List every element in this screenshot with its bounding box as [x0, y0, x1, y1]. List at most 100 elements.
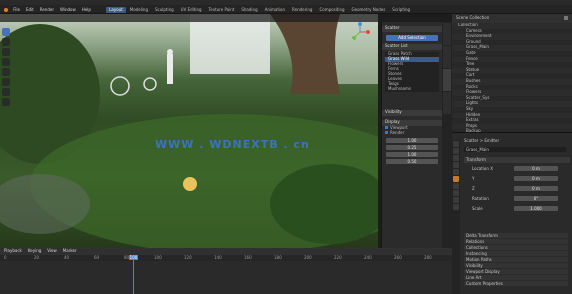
ruler-tick-label: 200 — [304, 255, 312, 260]
viewport-toolbar — [2, 28, 11, 178]
workspace-tab[interactable]: Texture Paint — [206, 7, 238, 13]
workspace-tab[interactable]: Geometry Nodes — [349, 7, 389, 13]
ruler-tick-label: 100 — [154, 255, 162, 260]
properties-breadcrumb: Scatter > Emitter — [464, 138, 500, 143]
material-tab-icon[interactable] — [453, 204, 459, 210]
ruler-tick-label: 260 — [394, 255, 402, 260]
ruler-tick-label: 0 — [4, 255, 7, 260]
npanel-tab-scatter[interactable] — [443, 92, 451, 114]
timeline-menu-item[interactable]: Playback — [4, 249, 22, 253]
workspace-tab[interactable]: Sculpting — [152, 7, 177, 13]
annotate-tool-icon[interactable] — [2, 88, 10, 96]
workspace-tab[interactable]: Compositing — [316, 7, 347, 13]
transform-field-value[interactable]: 0 m — [514, 186, 558, 191]
select-tool-icon[interactable] — [2, 28, 10, 36]
timeline-menu-item[interactable]: View — [47, 249, 57, 253]
properties-section-header[interactable]: Viewport Display — [464, 269, 568, 274]
workspace-tab[interactable]: Layout — [106, 7, 126, 13]
world-tab-icon[interactable] — [453, 169, 459, 175]
ruler-tick-label: 140 — [214, 255, 222, 260]
3d-viewport[interactable] — [0, 14, 378, 248]
properties-section-header[interactable]: Line Art — [464, 275, 568, 280]
workspace-tab[interactable]: Animation — [262, 7, 288, 13]
ruler-tick-label: 60 — [94, 255, 100, 260]
transform-section-header[interactable]: Transform — [464, 157, 570, 163]
add-selection-button[interactable]: Add Selection — [386, 35, 438, 41]
timeline-menu-item[interactable]: Keying — [28, 249, 41, 253]
playhead-line[interactable] — [133, 255, 134, 294]
top-menubar: File Edit Render Window Help Layout Modeling S… — [0, 5, 572, 14]
visibility-header[interactable]: Visibility — [382, 110, 442, 116]
properties-section-header[interactable]: Motion Paths — [464, 257, 568, 262]
menu-item[interactable]: Help — [82, 8, 91, 12]
scene-tab-icon[interactable] — [453, 162, 459, 168]
transform-field-label: Z — [472, 186, 475, 191]
current-frame-indicator[interactable]: 100 — [129, 255, 138, 260]
cursor-tool-icon[interactable] — [2, 38, 10, 46]
workspace-tab[interactable]: Rendering — [289, 7, 315, 13]
menu-item[interactable]: Render — [40, 8, 54, 12]
filter-icon[interactable] — [564, 16, 568, 20]
viewport-header — [0, 14, 378, 22]
object-tab-icon[interactable] — [453, 176, 459, 182]
ruler-tick-label: 240 — [364, 255, 372, 260]
properties-section-header[interactable]: Custom Properties — [464, 281, 568, 286]
scatter-list-item[interactable]: Mushrooms — [385, 87, 439, 92]
ruler-tick-label: 160 — [244, 255, 252, 260]
scale-tool-icon[interactable] — [2, 68, 10, 76]
npanel-tab-tool[interactable] — [443, 46, 451, 68]
display-value-field[interactable]: 0.25 — [386, 145, 438, 150]
object-name-field[interactable]: Grass_Main — [464, 147, 566, 152]
properties-panel: Scatter > Emitter Grass_Main Transform L… — [452, 132, 572, 294]
properties-section-header[interactable]: Delta Transform — [464, 233, 568, 238]
npanel-tab-view[interactable] — [443, 69, 451, 91]
timeline-menu-item[interactable]: Marker — [63, 249, 77, 253]
menu-item[interactable]: File — [13, 8, 20, 12]
outliner-title: Scene Collection — [456, 15, 490, 20]
outliner-panel: Collection Camera Environment Ground Grass_M… — [452, 14, 572, 135]
display-value-field[interactable]: 1.00 — [386, 152, 438, 157]
properties-section-header[interactable]: Visibility — [464, 263, 568, 268]
scatter-section-header[interactable]: Scatter — [382, 26, 442, 32]
properties-section-header[interactable]: Relations — [464, 239, 568, 244]
timeline-ruler[interactable]: 0 20 40 60 80 100 120 140 160 180 200 220 240 260 280 — [0, 255, 452, 261]
timeline-header: Playback Keying View Marker — [0, 248, 452, 255]
outliner-header: Scene Collection — [452, 14, 572, 23]
ruler-tick-label: 20 — [34, 255, 40, 260]
menu-item[interactable]: Window — [60, 8, 76, 12]
render-checkbox[interactable]: Render — [382, 131, 442, 136]
scatter-list-header[interactable]: Scatter List — [382, 44, 442, 50]
display-values: 1.00 0.25 1.00 0.50 — [382, 138, 442, 164]
output-tab-icon[interactable] — [453, 155, 459, 161]
properties-section-header[interactable]: Instancing — [464, 251, 568, 256]
workspace-tab[interactable]: Modeling — [127, 7, 151, 13]
particles-tab-icon[interactable] — [453, 190, 459, 196]
physics-tab-icon[interactable] — [453, 197, 459, 203]
properties-tab-strip — [452, 140, 460, 294]
checkbox-icon — [385, 131, 388, 134]
render-tab-icon[interactable] — [453, 148, 459, 154]
transform-field-value[interactable]: 0 m — [514, 166, 558, 171]
transform-tool-icon[interactable] — [2, 78, 10, 86]
workspace-tab[interactable]: Shading — [238, 7, 260, 13]
blender-logo-icon[interactable] — [4, 8, 8, 12]
modifier-tab-icon[interactable] — [453, 183, 459, 189]
transform-field-value[interactable]: 0° — [514, 196, 558, 201]
outliner-tree: Collection Camera Environment Ground Grass_M… — [452, 23, 572, 135]
display-value-field[interactable]: 1.00 — [386, 138, 438, 143]
move-tool-icon[interactable] — [2, 48, 10, 56]
npanel-tab-item[interactable] — [443, 23, 451, 45]
workspace-tab[interactable]: Scripting — [389, 7, 413, 13]
tool-tab-icon[interactable] — [453, 141, 459, 147]
transform-field-value[interactable]: 1.000 — [514, 206, 558, 211]
navigation-gizmo-icon[interactable] — [350, 22, 370, 42]
workspace-tab[interactable]: UV Editing — [178, 7, 205, 13]
transform-field-value[interactable]: 0 m — [514, 176, 558, 181]
transform-field-label: Rotation — [472, 196, 489, 201]
menu-item[interactable]: Edit — [26, 8, 34, 12]
rotate-tool-icon[interactable] — [2, 58, 10, 66]
ruler-tick-label: 180 — [274, 255, 282, 260]
display-value-field[interactable]: 0.50 — [386, 159, 438, 164]
measure-tool-icon[interactable] — [2, 98, 10, 106]
properties-section-header[interactable]: Collections — [464, 245, 568, 250]
